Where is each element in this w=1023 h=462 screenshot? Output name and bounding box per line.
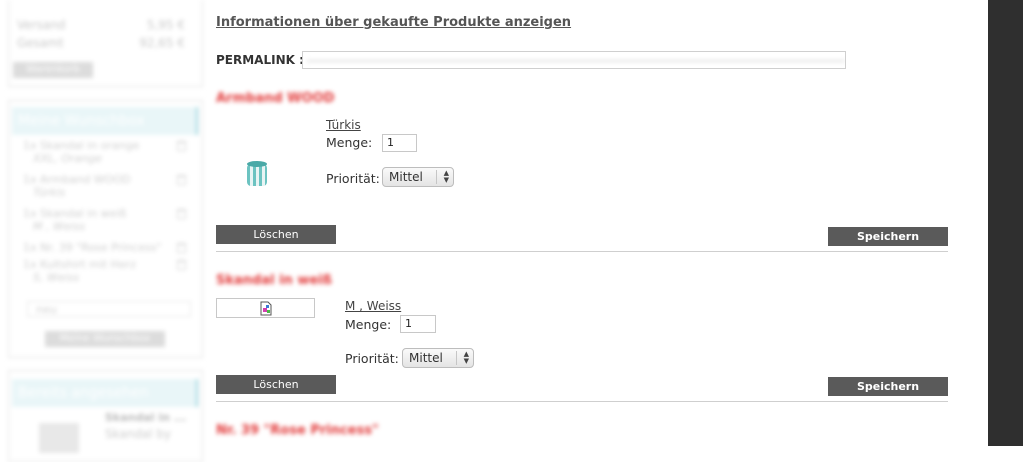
priority-select-value: Mittel xyxy=(389,170,423,184)
delete-button[interactable]: Löschen xyxy=(216,225,336,244)
product-title[interactable]: Skandal in weiß xyxy=(216,273,332,288)
recently-viewed-item-title[interactable]: Skandal in ... xyxy=(105,411,186,424)
priority-select[interactable]: Mittel ▲ ▼ xyxy=(382,167,454,187)
total-value: 92,65 € xyxy=(139,36,185,50)
select-arrows-icon: ▲ ▼ xyxy=(463,350,469,365)
select-divider xyxy=(436,170,437,184)
wish-item[interactable]: 1x Skandal in weiß M , Weiss xyxy=(23,207,188,241)
wish-item-detail: S, Weiss xyxy=(33,271,80,284)
wish-item-name: 1x Skandal in weiß xyxy=(23,207,127,220)
save-button[interactable]: Speichern xyxy=(828,377,948,396)
trash-icon[interactable] xyxy=(177,141,186,151)
wish-item[interactable]: 1x Skandal in orange XXL, Orange xyxy=(23,139,188,173)
recently-viewed-thumbnail[interactable] xyxy=(39,423,79,453)
permalink-redacted-text xyxy=(307,60,845,62)
trash-icon[interactable] xyxy=(177,260,186,270)
save-button[interactable]: Speichern xyxy=(828,227,948,246)
wish-item-name: 1x Kultshirt mit Herz xyxy=(23,258,137,271)
total-label: Gesamt xyxy=(17,36,64,50)
permalink-label: PERMALINK : xyxy=(216,53,304,67)
divider xyxy=(216,251,948,252)
wishbox: Meine Wunschbox 1x Skandal in orange XXL… xyxy=(8,100,203,358)
variant-link[interactable]: M , Weiss xyxy=(345,299,401,313)
broken-image-icon xyxy=(260,301,272,316)
wish-item[interactable]: 1x Kultshirt mit Herz S, Weiss xyxy=(23,258,188,292)
priority-select-value: Mittel xyxy=(409,351,443,365)
recently-viewed-title: Bereits angesehen xyxy=(12,379,198,407)
trash-icon[interactable] xyxy=(177,209,186,219)
wishbox-select-value: neu xyxy=(36,303,57,316)
priority-label: Priorität: xyxy=(345,351,399,366)
wish-item-detail: Türkis xyxy=(33,186,66,199)
select-arrows-icon: ▲ ▼ xyxy=(443,169,449,184)
recently-viewed-item-line: Skandal by xyxy=(105,427,172,441)
variant-link[interactable]: Türkis xyxy=(326,118,361,132)
permalink-field[interactable] xyxy=(302,51,846,69)
wishbox-select[interactable]: neu xyxy=(27,301,191,317)
quantity-label: Menge: xyxy=(345,317,392,332)
quantity-label: Menge: xyxy=(326,135,373,150)
cart-box: Versand 5,95 € Gesamt 92,65 € Warenkorb xyxy=(8,0,203,87)
wish-item-detail: XXL, Orange xyxy=(33,152,102,165)
wish-item-name: 1x Skandal in orange xyxy=(23,139,140,152)
wish-item[interactable]: 1x Armband WOOD Türkis xyxy=(23,173,188,207)
quantity-input[interactable]: 1 xyxy=(400,315,436,333)
wish-item-detail: M , Weiss xyxy=(33,220,86,233)
wish-item-name: 1x Nr. 39 "Rose Princess" xyxy=(23,241,162,254)
product-title[interactable]: Armband WOOD xyxy=(216,91,334,106)
shipping-label: Versand xyxy=(17,18,66,32)
wish-item[interactable]: 1x Nr. 39 "Rose Princess" xyxy=(23,241,188,259)
divider xyxy=(216,401,948,402)
priority-select[interactable]: Mittel ▲ ▼ xyxy=(402,348,474,368)
trash-icon[interactable] xyxy=(177,175,186,185)
wishbox-button[interactable]: Meine Wunschbox xyxy=(45,331,165,347)
bracelet-image[interactable] xyxy=(244,158,270,194)
product-title[interactable]: Nr. 39 "Rose Princess" xyxy=(216,423,379,438)
shipping-row: Versand 5,95 € xyxy=(17,18,185,32)
trash-icon[interactable] xyxy=(177,243,186,253)
total-row: Gesamt 92,65 € xyxy=(17,36,185,50)
wish-item-name: 1x Armband WOOD xyxy=(23,173,131,186)
quantity-input[interactable]: 1 xyxy=(382,134,417,152)
purchased-products-info-link[interactable]: Informationen über gekaufte Produkte anz… xyxy=(216,15,571,30)
product-image-placeholder[interactable] xyxy=(216,298,315,318)
wishlist-main: Informationen über gekaufte Produkte anz… xyxy=(216,0,948,446)
priority-label: Priorität: xyxy=(326,171,380,186)
wishbox-title: Meine Wunschbox xyxy=(12,107,198,135)
shipping-value: 5,95 € xyxy=(146,18,185,32)
right-edge-panel xyxy=(988,0,1023,446)
select-divider xyxy=(456,351,457,365)
cart-button[interactable]: Warenkorb xyxy=(13,62,93,78)
sidebar: Versand 5,95 € Gesamt 92,65 € Warenkorb … xyxy=(0,0,205,462)
recently-viewed-box: Bereits angesehen Skandal in ... Skandal… xyxy=(8,370,203,462)
delete-button[interactable]: Löschen xyxy=(216,375,336,394)
